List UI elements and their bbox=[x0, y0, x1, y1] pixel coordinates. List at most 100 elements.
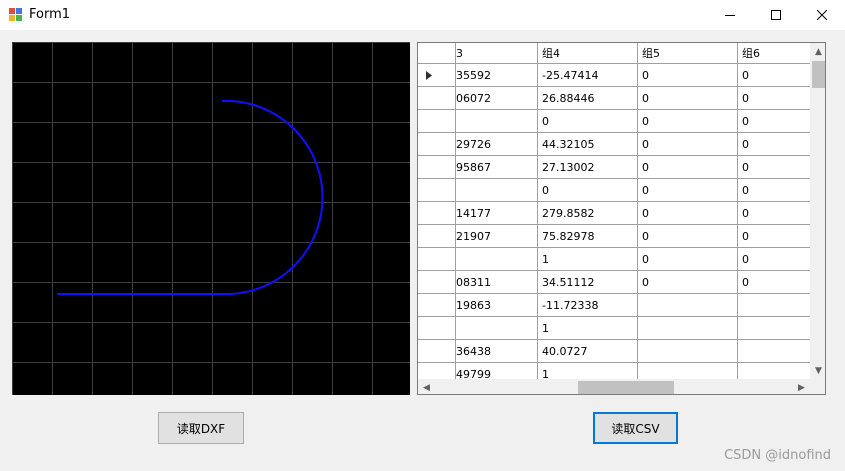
maximize-button[interactable] bbox=[753, 0, 799, 30]
scroll-up-icon[interactable]: ▲ bbox=[810, 43, 825, 60]
scroll-left-icon[interactable]: ◀ bbox=[418, 379, 435, 394]
table-row[interactable]: 29726 44.32105 0 0 bbox=[418, 133, 810, 156]
row-header[interactable] bbox=[418, 64, 456, 87]
table-cell[interactable]: 0 bbox=[638, 271, 738, 294]
row-header[interactable] bbox=[418, 271, 456, 294]
table-cell[interactable]: 0 bbox=[638, 156, 738, 179]
table-cell[interactable]: 35592 bbox=[456, 64, 538, 87]
table-cell[interactable]: 0 bbox=[638, 133, 738, 156]
column-header-3[interactable]: 3 bbox=[456, 43, 538, 64]
table-cell[interactable]: -11.72338 bbox=[538, 294, 638, 317]
table-cell[interactable]: 08311 bbox=[456, 271, 538, 294]
row-header[interactable] bbox=[418, 294, 456, 317]
table-cell[interactable] bbox=[456, 179, 538, 202]
table-cell[interactable]: -25.47414 bbox=[538, 64, 638, 87]
table-cell[interactable]: 06072 bbox=[456, 87, 538, 110]
table-cell[interactable]: 1 bbox=[538, 317, 638, 340]
table-cell[interactable] bbox=[738, 363, 810, 379]
table-cell[interactable]: 26.88446 bbox=[538, 87, 638, 110]
data-grid[interactable]: 3 组4 组5 组6 35592 -25.47414 0 0 06072 26.88446… bbox=[417, 42, 826, 395]
table-cell[interactable]: 0 bbox=[538, 179, 638, 202]
column-header-group5[interactable]: 组5 bbox=[638, 43, 738, 64]
table-cell[interactable]: 0 bbox=[538, 110, 638, 133]
row-header[interactable] bbox=[418, 156, 456, 179]
row-header[interactable] bbox=[418, 317, 456, 340]
vertical-scroll-thumb[interactable] bbox=[812, 61, 825, 88]
table-cell[interactable] bbox=[638, 317, 738, 340]
row-header[interactable] bbox=[418, 225, 456, 248]
column-header-group6[interactable]: 组6 bbox=[738, 43, 810, 64]
table-cell[interactable]: 44.32105 bbox=[538, 133, 638, 156]
table-row[interactable]: 100 bbox=[418, 248, 810, 271]
table-cell[interactable]: 21907 bbox=[456, 225, 538, 248]
table-cell[interactable]: 0 bbox=[638, 202, 738, 225]
table-cell[interactable]: 29726 bbox=[456, 133, 538, 156]
table-cell[interactable] bbox=[638, 363, 738, 379]
column-header-group4[interactable]: 组4 bbox=[538, 43, 638, 64]
table-row[interactable]: 1 bbox=[418, 317, 810, 340]
table-cell[interactable]: 0 bbox=[738, 64, 810, 87]
table-row[interactable]: 19863 -11.72338 bbox=[418, 294, 810, 317]
table-cell[interactable]: 19863 bbox=[456, 294, 538, 317]
minimize-button[interactable] bbox=[707, 0, 753, 30]
read-dxf-button[interactable]: 读取DXF bbox=[158, 412, 244, 444]
table-row[interactable]: 95867 27.13002 0 0 bbox=[418, 156, 810, 179]
table-cell[interactable]: 49799 bbox=[456, 363, 538, 379]
row-header[interactable] bbox=[418, 179, 456, 202]
scroll-right-icon[interactable]: ▶ bbox=[793, 379, 810, 394]
table-cell[interactable] bbox=[638, 294, 738, 317]
table-row[interactable]: 14177 279.8582 0 0 bbox=[418, 202, 810, 225]
table-cell[interactable]: 0 bbox=[738, 156, 810, 179]
table-cell[interactable]: 0 bbox=[738, 271, 810, 294]
table-cell[interactable] bbox=[738, 340, 810, 363]
scroll-down-icon[interactable]: ▼ bbox=[810, 362, 825, 379]
row-header[interactable] bbox=[418, 202, 456, 225]
table-cell[interactable]: 0 bbox=[638, 64, 738, 87]
table-cell[interactable] bbox=[456, 317, 538, 340]
table-row[interactable]: 06072 26.88446 0 0 bbox=[418, 87, 810, 110]
vertical-scrollbar[interactable]: ▲ ▼ bbox=[810, 43, 825, 379]
table-row[interactable]: 08311 34.51112 0 0 bbox=[418, 271, 810, 294]
read-csv-button[interactable]: 读取CSV bbox=[593, 412, 678, 444]
table-cell[interactable]: 1 bbox=[538, 363, 638, 379]
table-cell[interactable]: 36438 bbox=[456, 340, 538, 363]
table-cell[interactable]: 0 bbox=[738, 202, 810, 225]
table-row[interactable]: 49799 1 bbox=[418, 363, 810, 379]
table-cell[interactable]: 0 bbox=[638, 87, 738, 110]
table-cell[interactable] bbox=[738, 294, 810, 317]
table-cell[interactable]: 40.0727 bbox=[538, 340, 638, 363]
horizontal-scrollbar[interactable]: ◀ ▶ bbox=[418, 379, 810, 394]
table-cell[interactable]: 27.13002 bbox=[538, 156, 638, 179]
row-header[interactable] bbox=[418, 363, 456, 379]
row-header[interactable] bbox=[418, 110, 456, 133]
table-cell[interactable]: 0 bbox=[738, 133, 810, 156]
row-header[interactable] bbox=[418, 87, 456, 110]
table-cell[interactable]: 34.51112 bbox=[538, 271, 638, 294]
table-cell[interactable]: 279.8582 bbox=[538, 202, 638, 225]
table-cell[interactable]: 0 bbox=[638, 179, 738, 202]
table-cell[interactable] bbox=[738, 317, 810, 340]
table-cell[interactable]: 0 bbox=[738, 110, 810, 133]
table-row[interactable]: 000 bbox=[418, 179, 810, 202]
table-cell[interactable]: 1 bbox=[538, 248, 638, 271]
dxf-canvas[interactable] bbox=[12, 42, 410, 395]
table-row[interactable]: 21907 75.82978 0 0 bbox=[418, 225, 810, 248]
horizontal-scroll-thumb[interactable] bbox=[578, 381, 674, 394]
table-cell[interactable]: 0 bbox=[738, 248, 810, 271]
table-cell[interactable]: 95867 bbox=[456, 156, 538, 179]
table-row[interactable]: 36438 40.0727 bbox=[418, 340, 810, 363]
table-cell[interactable]: 75.82978 bbox=[538, 225, 638, 248]
table-cell[interactable]: 0 bbox=[638, 248, 738, 271]
table-cell[interactable] bbox=[638, 340, 738, 363]
table-cell[interactable] bbox=[456, 248, 538, 271]
row-header[interactable] bbox=[418, 248, 456, 271]
table-row[interactable]: 000 bbox=[418, 110, 810, 133]
row-header[interactable] bbox=[418, 340, 456, 363]
table-cell[interactable]: 14177 bbox=[456, 202, 538, 225]
close-button[interactable] bbox=[799, 0, 845, 30]
table-cell[interactable] bbox=[456, 110, 538, 133]
table-cell[interactable]: 0 bbox=[638, 110, 738, 133]
table-cell[interactable]: 0 bbox=[738, 225, 810, 248]
table-cell[interactable]: 0 bbox=[738, 179, 810, 202]
row-header[interactable] bbox=[418, 133, 456, 156]
